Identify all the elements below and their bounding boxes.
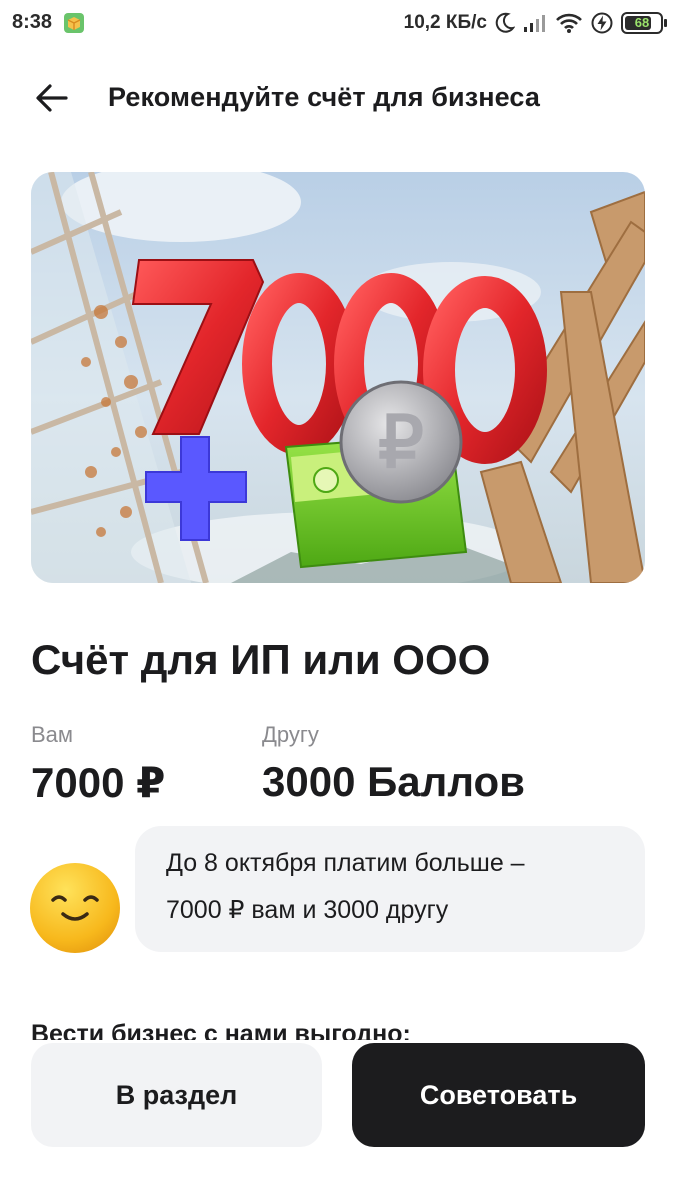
page-title: Рекомендуйте счёт для бизнеса	[108, 82, 540, 112]
reward-you-value: 7000 ₽	[31, 759, 166, 806]
promo-banner: ₽	[31, 172, 645, 583]
app-notification-icon	[64, 13, 84, 33]
go-to-section-button[interactable]: В раздел	[31, 1043, 322, 1147]
promo-line-2: 7000 ₽ вам и 3000 другу	[166, 896, 449, 924]
battery-icon: 68	[621, 12, 667, 34]
recommend-button[interactable]: Советовать	[352, 1043, 645, 1147]
signal-icon	[524, 15, 545, 32]
promo-line-1: До 8 октября платим больше –	[166, 849, 525, 877]
arrow-left-icon	[36, 84, 68, 112]
reward-you: Вам 7000 ₽	[31, 722, 165, 807]
top-app-bar: Рекомендуйте счёт для бизнеса	[0, 62, 675, 134]
charging-icon	[591, 12, 613, 34]
status-time: 8:38	[12, 11, 53, 33]
banner-illustration: ₽	[31, 172, 645, 583]
back-button[interactable]	[28, 76, 76, 120]
product-title: Счёт для ИП или ООО	[31, 636, 491, 683]
network-speed: 10,2 КБ/с	[403, 12, 487, 33]
svg-text:₽: ₽	[378, 403, 424, 483]
reward-you-label: Вам	[31, 722, 74, 747]
moon-icon	[495, 12, 515, 33]
wifi-icon	[556, 13, 582, 33]
status-bar: 8:38 10,2 КБ/с 68	[0, 0, 675, 46]
smiley-face-icon	[30, 863, 120, 953]
promo-message: До 8 октября платим больше – 7000 ₽ вам …	[135, 826, 645, 952]
battery-level: 68	[634, 15, 650, 30]
ruble-coin-icon: ₽	[339, 380, 463, 504]
reward-friend-label: Другу	[262, 722, 319, 747]
reward-friend-value: 3000 Баллов	[262, 758, 525, 805]
reward-friend: Другу 3000 Баллов	[262, 722, 525, 806]
status-icons: 10,2 КБ/с 68	[403, 10, 667, 36]
